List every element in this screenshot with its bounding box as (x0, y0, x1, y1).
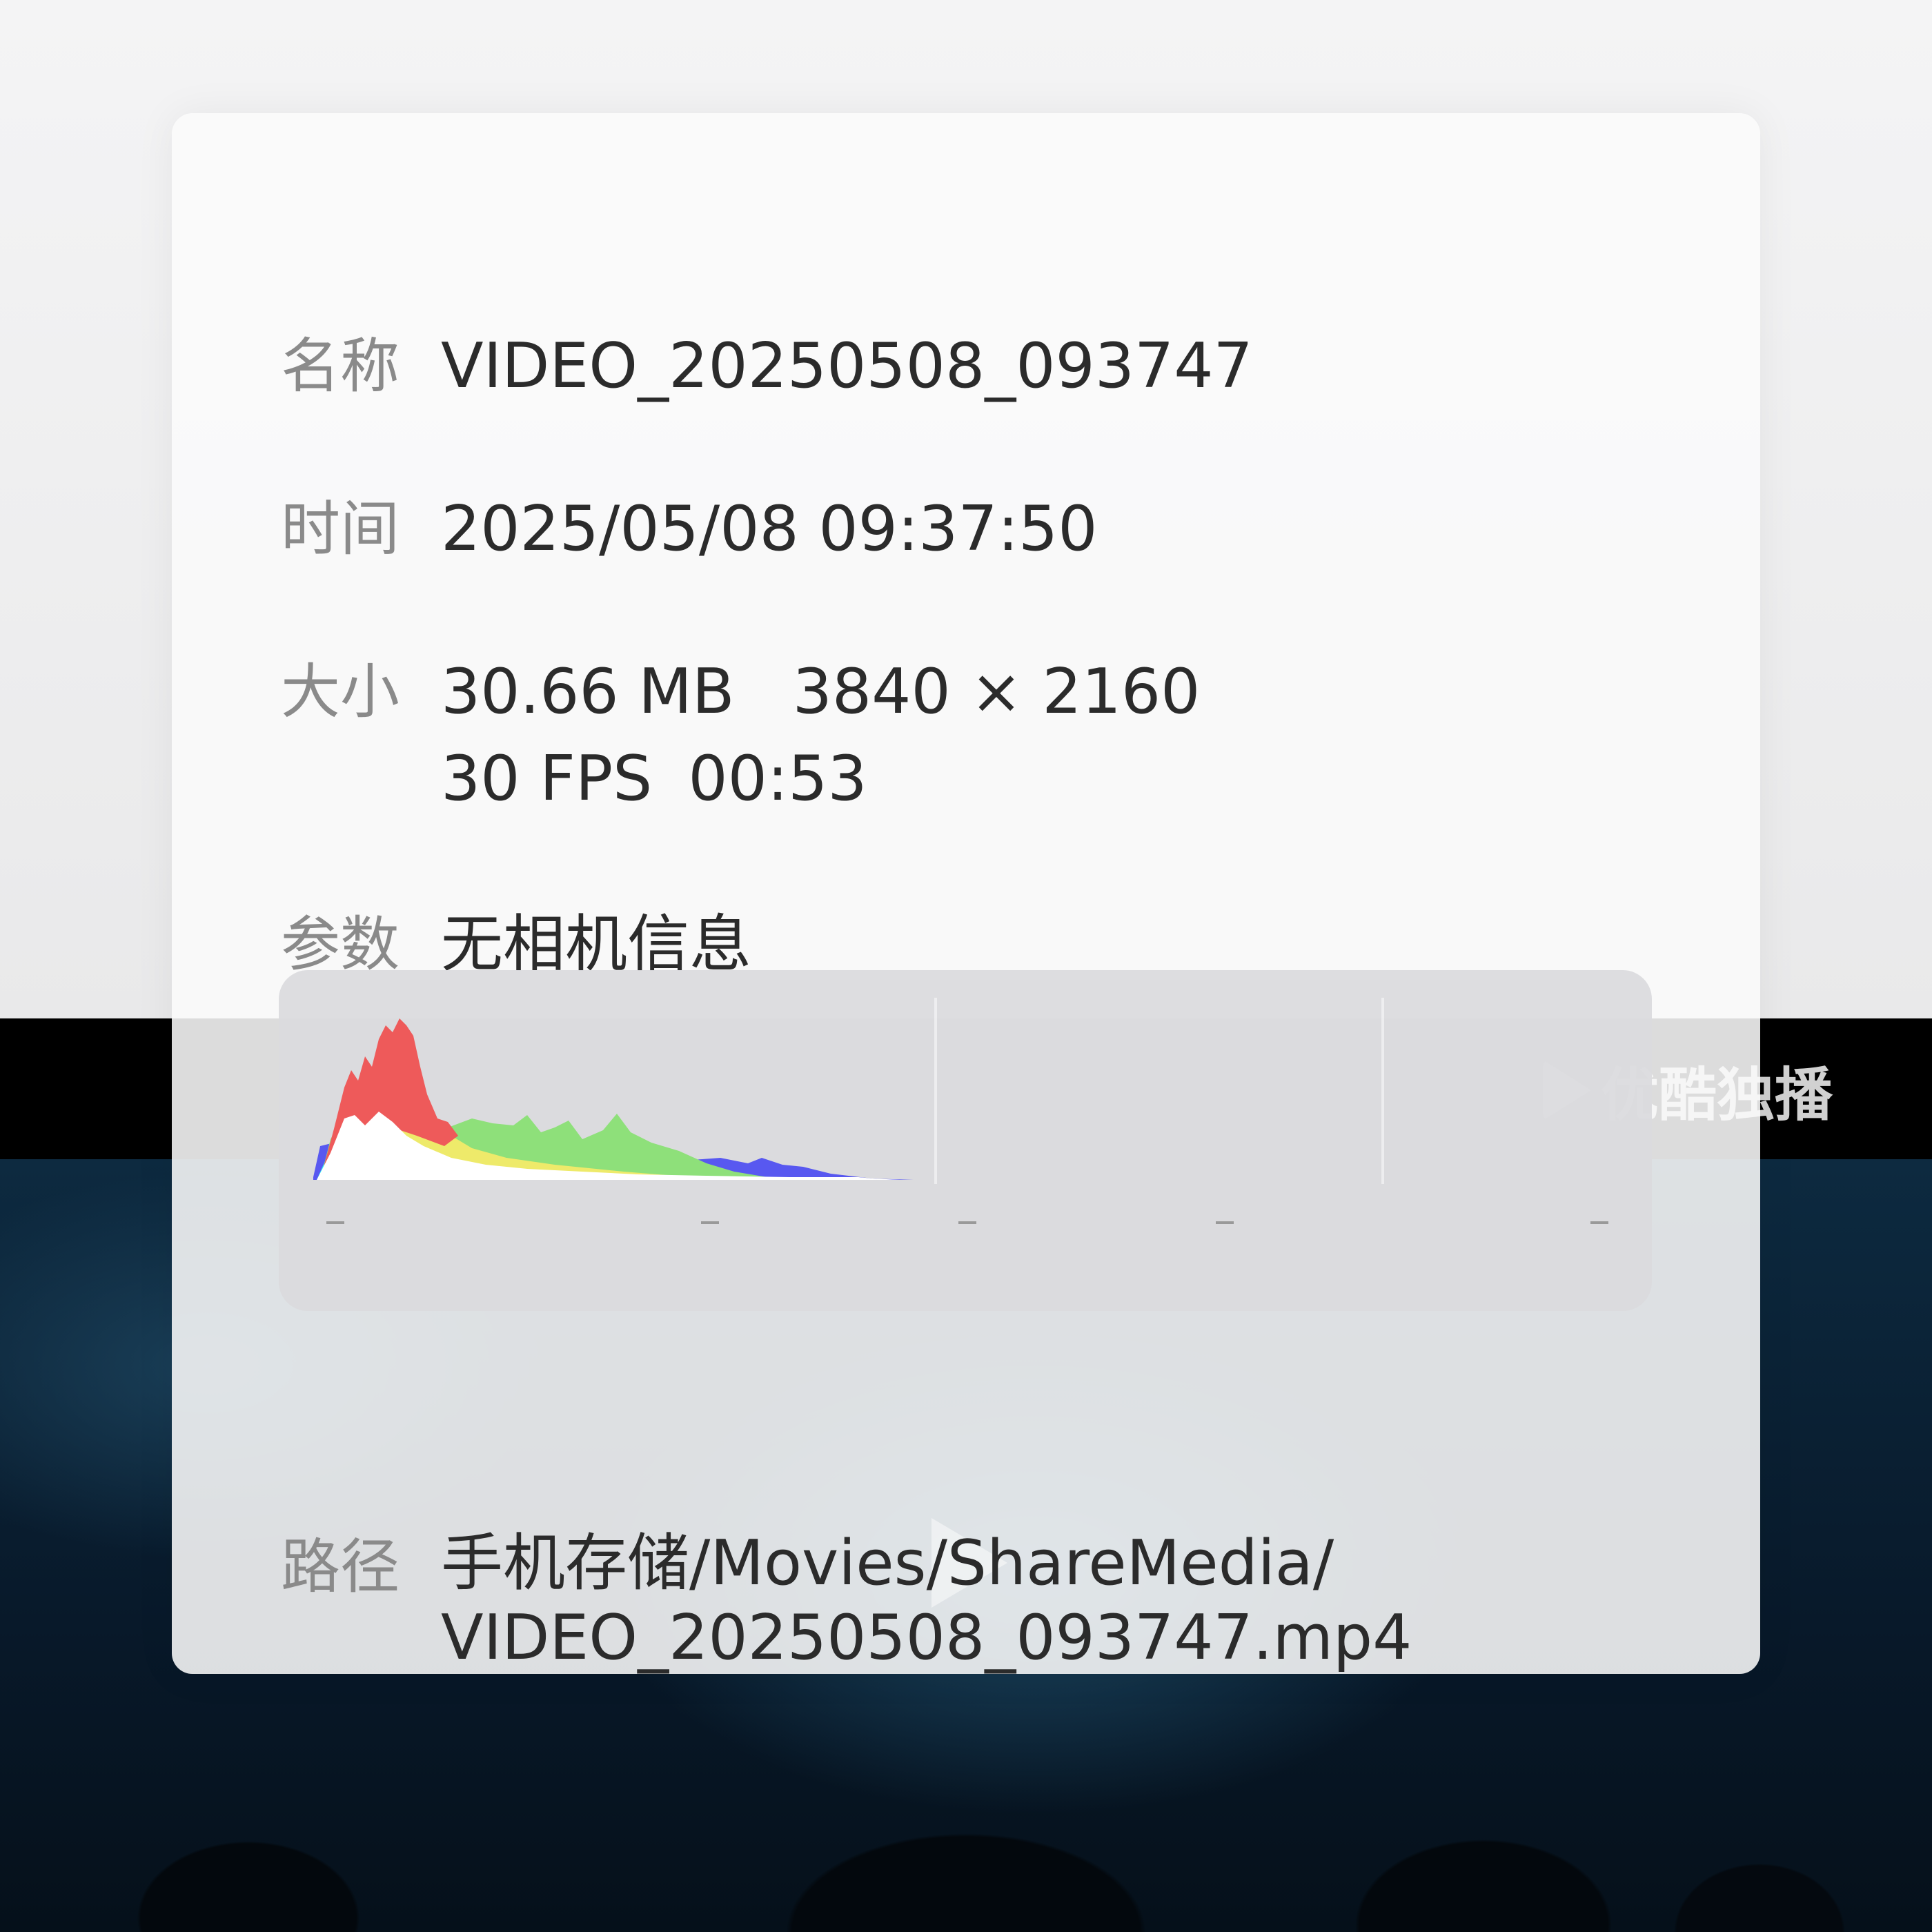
resolution: 3840 × 2160 (792, 656, 1201, 728)
path-line-1: 手机存储/Movies/ShareMedia/ (441, 1527, 1334, 1599)
histogram-axis-mark (958, 1221, 976, 1224)
time-row: 时间 2025/05/08 09:37:50 (281, 489, 1098, 570)
details-card: 名称 VIDEO_20250508_093747 时间 2025/05/08 0… (172, 113, 1760, 1674)
color-histogram (279, 970, 1652, 1311)
time-value: 2025/05/08 09:37:50 (441, 493, 1098, 565)
video-silhouettes (0, 1656, 1932, 1932)
duration: 00:53 (688, 742, 867, 815)
name-value: VIDEO_20250508_093747 (441, 330, 1253, 402)
file-size: 30.66 MB (441, 656, 735, 728)
size-row: 大小 30.66 MB 3840 × 2160 30 FPS 00:53 (281, 651, 1200, 820)
frame-rate: 30 FPS (441, 742, 653, 815)
path-label: 路径 (281, 1532, 400, 1601)
path-line-2: VIDEO_20250508_093747.mp4 (441, 1601, 1412, 1674)
path-value[interactable]: 手机存储/Movies/ShareMedia/ VIDEO_20250508_0… (441, 1526, 1412, 1675)
histogram-axis-mark (1590, 1221, 1608, 1224)
time-label: 时间 (281, 495, 400, 564)
name-row: 名称 VIDEO_20250508_093747 (281, 326, 1253, 407)
name-label: 名称 (281, 332, 400, 401)
size-label: 大小 (281, 658, 400, 727)
size-value: 30.66 MB 3840 × 2160 30 FPS 00:53 (441, 651, 1200, 820)
histogram-axis-mark (701, 1221, 719, 1224)
histogram-axis-mark (326, 1221, 344, 1224)
histogram-axis-mark (1216, 1221, 1234, 1224)
path-row: 路径 手机存储/Movies/ShareMedia/ VIDEO_2025050… (281, 1526, 1412, 1675)
histogram-graph (313, 1018, 914, 1180)
